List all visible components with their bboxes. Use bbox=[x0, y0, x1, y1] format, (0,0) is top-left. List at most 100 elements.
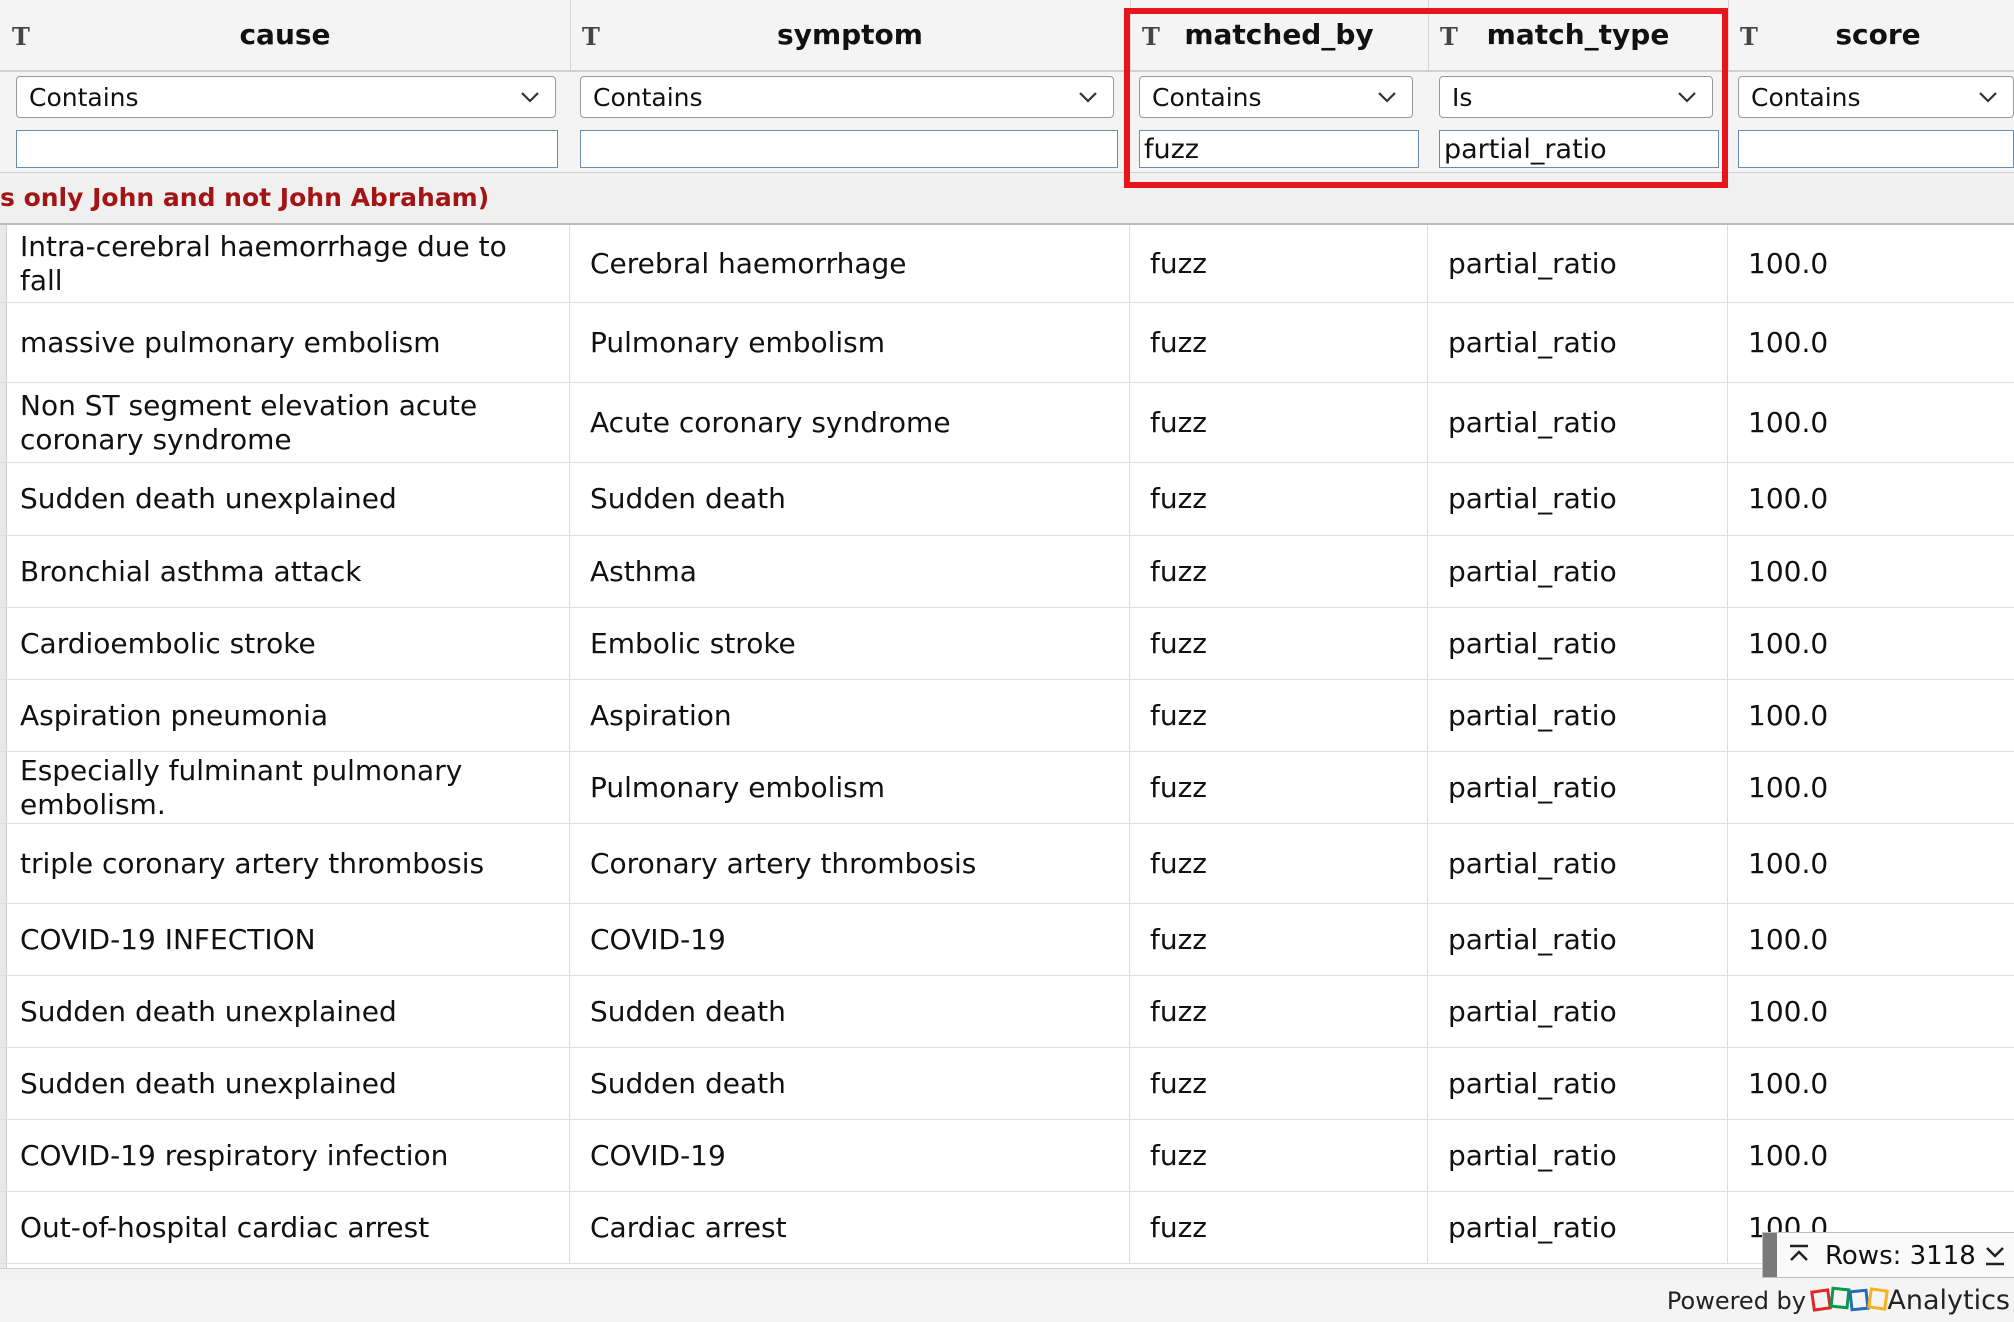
cell-match-type[interactable]: partial_ratio bbox=[1428, 1120, 1728, 1191]
cell-symptom[interactable]: Sudden death bbox=[570, 976, 1130, 1047]
cell-match-type[interactable]: partial_ratio bbox=[1428, 383, 1728, 462]
cell-cause[interactable]: Non ST segment elevation acute coronary … bbox=[0, 383, 570, 462]
table-row[interactable]: massive pulmonary embolism Pulmonary embo… bbox=[0, 303, 2014, 383]
filter-value-input-cause[interactable] bbox=[16, 130, 558, 168]
scroll-to-top-icon[interactable] bbox=[1787, 1243, 1811, 1267]
cell-matched-by[interactable]: fuzz bbox=[1130, 303, 1428, 382]
cell-match-type[interactable]: partial_ratio bbox=[1428, 463, 1728, 535]
column-header-matched-by[interactable]: Tmatched_by bbox=[1130, 0, 1429, 72]
cell-symptom[interactable]: Pulmonary embolism bbox=[570, 303, 1130, 382]
cell-score[interactable]: 100.0 bbox=[1728, 824, 2014, 903]
cell-score[interactable]: 100.0 bbox=[1728, 225, 2014, 302]
cell-cause[interactable]: Sudden death unexplained bbox=[0, 463, 570, 535]
column-header-match-type[interactable]: Tmatch_type bbox=[1428, 0, 1729, 72]
cell-cause[interactable]: COVID-19 INFECTION bbox=[0, 904, 570, 975]
cell-symptom[interactable]: Sudden death bbox=[570, 463, 1130, 535]
cell-cause[interactable]: massive pulmonary embolism bbox=[0, 303, 570, 382]
cell-symptom[interactable]: Sudden death bbox=[570, 1048, 1130, 1119]
filter-value-input-match-type[interactable] bbox=[1439, 130, 1719, 168]
cell-match-type[interactable]: partial_ratio bbox=[1428, 536, 1728, 607]
cell-score[interactable]: 100.0 bbox=[1728, 1048, 2014, 1119]
cell-matched-by[interactable]: fuzz bbox=[1130, 463, 1428, 535]
cell-matched-by[interactable]: fuzz bbox=[1130, 536, 1428, 607]
cell-score[interactable]: 100.0 bbox=[1728, 1120, 2014, 1191]
column-header-symptom[interactable]: Tsymptom bbox=[570, 0, 1131, 72]
table-row[interactable]: Out-of-hospital cardiac arrest Cardiac ar… bbox=[0, 1192, 2014, 1264]
cell-score[interactable]: 100.0 bbox=[1728, 303, 2014, 382]
table-row[interactable]: Sudden death unexplained Sudden death fuzz… bbox=[0, 1048, 2014, 1120]
cell-score[interactable]: 100.0 bbox=[1728, 608, 2014, 679]
column-header-score[interactable]: Tscore bbox=[1728, 0, 2014, 72]
cell-matched-by[interactable]: fuzz bbox=[1130, 904, 1428, 975]
cell-match-type[interactable]: partial_ratio bbox=[1428, 225, 1728, 302]
cell-score[interactable]: 100.0 bbox=[1728, 976, 2014, 1047]
table-row[interactable]: Cardioembolic stroke Embolic stroke fuzz pa… bbox=[0, 608, 2014, 680]
cell-cause[interactable]: Especially fulminant pulmonary embolism. bbox=[0, 752, 570, 823]
table-row[interactable]: COVID-19 respiratory infection COVID-19 fu… bbox=[0, 1120, 2014, 1192]
table-row[interactable]: Bronchial asthma attack Asthma fuzz partial… bbox=[0, 536, 2014, 608]
cell-symptom[interactable]: COVID-19 bbox=[570, 904, 1130, 975]
cell-matched-by[interactable]: fuzz bbox=[1130, 824, 1428, 903]
cell-match-type[interactable]: partial_ratio bbox=[1428, 976, 1728, 1047]
cell-score[interactable]: 100.0 bbox=[1728, 383, 2014, 462]
table-row[interactable]: Aspiration pneumonia Aspiration fuzz partia… bbox=[0, 680, 2014, 752]
cell-matched-by[interactable]: fuzz bbox=[1130, 680, 1428, 751]
cell-symptom[interactable]: Acute coronary syndrome bbox=[570, 383, 1130, 462]
table-row[interactable]: triple coronary artery thrombosis Coronar… bbox=[0, 824, 2014, 904]
filter-value-input-matched-by[interactable] bbox=[1139, 130, 1419, 168]
cell-cause[interactable]: Bronchial asthma attack bbox=[0, 536, 570, 607]
table-row[interactable]: Non ST segment elevation acute coronary … bbox=[0, 383, 2014, 463]
cell-matched-by[interactable]: fuzz bbox=[1130, 1120, 1428, 1191]
cell-match-type[interactable]: partial_ratio bbox=[1428, 904, 1728, 975]
filter-operator-select-symptom[interactable]: Contains bbox=[580, 76, 1114, 118]
cell-matched-by[interactable]: fuzz bbox=[1130, 1192, 1428, 1263]
cell-match-type[interactable]: partial_ratio bbox=[1428, 680, 1728, 751]
scroll-to-bottom-icon[interactable] bbox=[1983, 1243, 2007, 1267]
cell-matched-by[interactable]: fuzz bbox=[1130, 608, 1428, 679]
cell-match-type[interactable]: partial_ratio bbox=[1428, 303, 1728, 382]
cell-symptom[interactable]: Cardiac arrest bbox=[570, 1192, 1130, 1263]
column-header-cause[interactable]: Tcause bbox=[0, 0, 571, 72]
table-row[interactable]: Especially fulminant pulmonary embolism.… bbox=[0, 752, 2014, 824]
cell-matched-by[interactable]: fuzz bbox=[1130, 976, 1428, 1047]
cell-cause[interactable]: Cardioembolic stroke bbox=[0, 608, 570, 679]
cell-match-type[interactable]: partial_ratio bbox=[1428, 608, 1728, 679]
cell-symptom[interactable]: Embolic stroke bbox=[570, 608, 1130, 679]
filter-operator-select-matched-by[interactable]: Contains bbox=[1139, 76, 1413, 118]
cell-score[interactable]: 100.0 bbox=[1728, 680, 2014, 751]
cell-symptom[interactable]: Aspiration bbox=[570, 680, 1130, 751]
table-row[interactable]: Sudden death unexplained Sudden death fuzz… bbox=[0, 463, 2014, 536]
cell-cause[interactable]: Aspiration pneumonia bbox=[0, 680, 570, 751]
cell-match-type[interactable]: partial_ratio bbox=[1428, 824, 1728, 903]
filter-operator-select-cause[interactable]: Contains bbox=[16, 76, 556, 118]
cell-match-type[interactable]: partial_ratio bbox=[1428, 1048, 1728, 1119]
cell-symptom[interactable]: Cerebral haemorrhage bbox=[570, 225, 1130, 302]
table-row[interactable]: COVID-19 INFECTION COVID-19 fuzz partial_ra… bbox=[0, 904, 2014, 976]
cell-score[interactable]: 100.0 bbox=[1728, 904, 2014, 975]
cell-cause[interactable]: Sudden death unexplained bbox=[0, 976, 570, 1047]
cell-match-type[interactable]: partial_ratio bbox=[1428, 752, 1728, 823]
filter-operator-select-score[interactable]: Contains bbox=[1738, 76, 2014, 118]
cell-matched-by[interactable]: fuzz bbox=[1130, 383, 1428, 462]
cell-matched-by[interactable]: fuzz bbox=[1130, 1048, 1428, 1119]
horizontal-scrollbar[interactable] bbox=[0, 1268, 2014, 1282]
cell-score[interactable]: 100.0 bbox=[1728, 463, 2014, 535]
cell-match-type[interactable]: partial_ratio bbox=[1428, 1192, 1728, 1263]
table-row[interactable]: Intra-cerebral haemorrhage due to fall Ce… bbox=[0, 225, 2014, 303]
cell-symptom[interactable]: Pulmonary embolism bbox=[570, 752, 1130, 823]
cell-symptom[interactable]: Asthma bbox=[570, 536, 1130, 607]
cell-cause[interactable]: Sudden death unexplained bbox=[0, 1048, 570, 1119]
cell-cause[interactable]: Out-of-hospital cardiac arrest bbox=[0, 1192, 570, 1263]
filter-operator-select-match-type[interactable]: Is bbox=[1439, 76, 1713, 118]
cell-symptom[interactable]: Coronary artery thrombosis bbox=[570, 824, 1130, 903]
filter-value-input-score[interactable] bbox=[1738, 130, 2014, 168]
cell-matched-by[interactable]: fuzz bbox=[1130, 225, 1428, 302]
cell-cause[interactable]: COVID-19 respiratory infection bbox=[0, 1120, 570, 1191]
cell-symptom[interactable]: COVID-19 bbox=[570, 1120, 1130, 1191]
rows-panel-toggle[interactable] bbox=[1763, 1233, 1777, 1277]
cell-cause[interactable]: triple coronary artery thrombosis bbox=[0, 824, 570, 903]
zoho-logo-icon[interactable] bbox=[1810, 1285, 1890, 1319]
cell-score[interactable]: 100.0 bbox=[1728, 752, 2014, 823]
filter-value-input-symptom[interactable] bbox=[580, 130, 1118, 168]
cell-score[interactable]: 100.0 bbox=[1728, 536, 2014, 607]
